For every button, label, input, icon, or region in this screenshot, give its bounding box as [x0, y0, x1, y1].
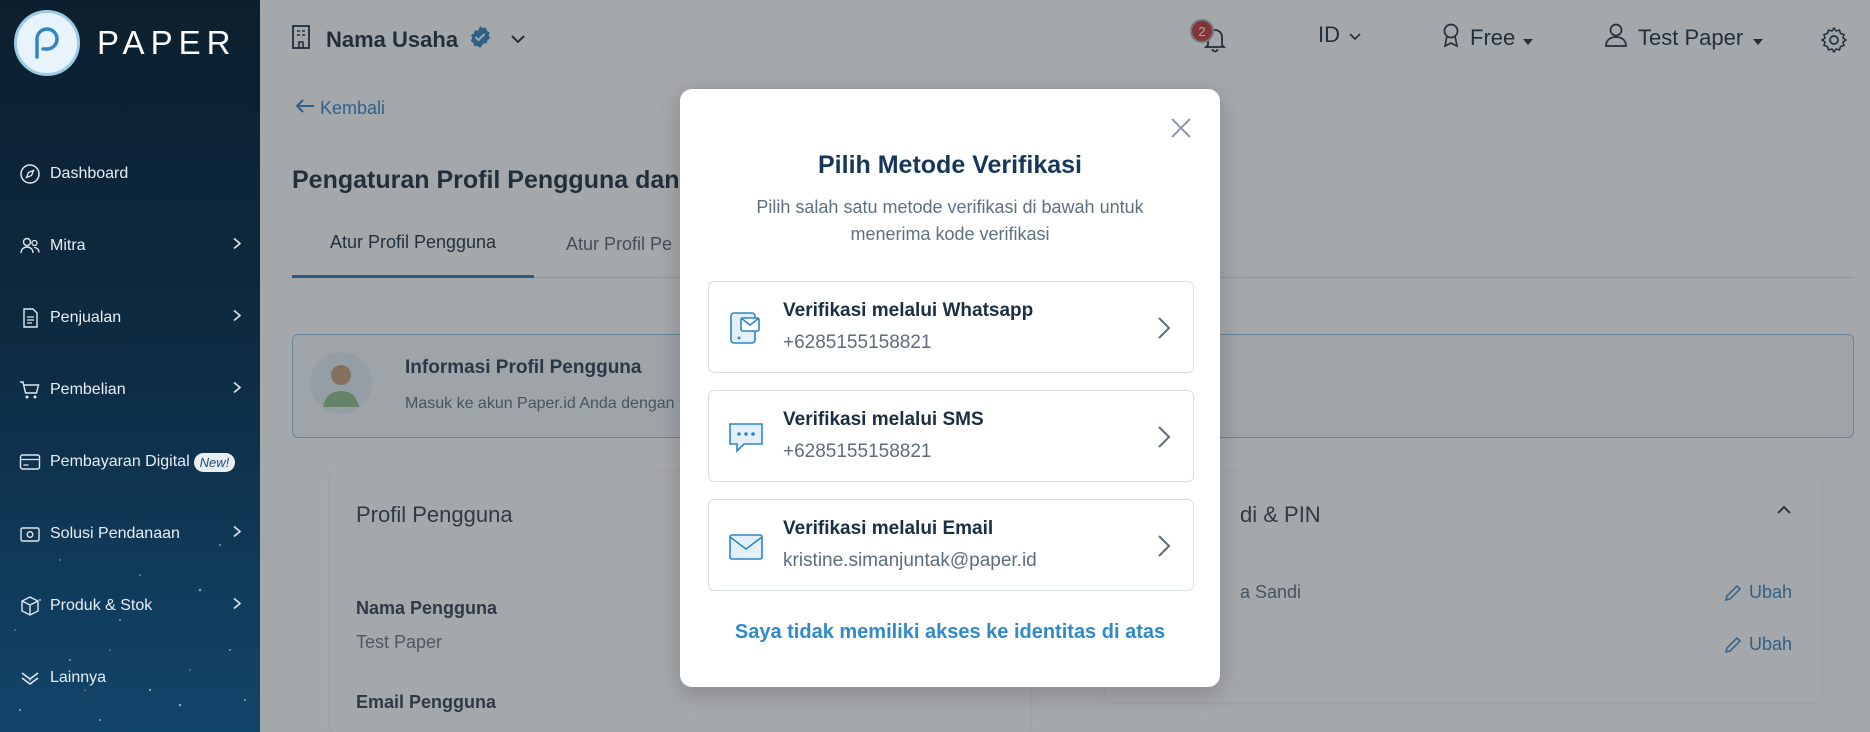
close-icon — [1171, 118, 1191, 138]
chevron-right-icon — [232, 309, 242, 328]
verify-whatsapp-option[interactable]: Verifikasi melalui Whatsapp +62851551588… — [708, 281, 1194, 373]
sidebar: PAPER Dashboard Mitra Penjualan Pembelia… — [0, 0, 260, 732]
sidebar-item-label: Solusi Pendanaan — [50, 525, 180, 542]
compass-icon — [18, 162, 42, 186]
verification-method-modal: Pilih Metode Verifikasi Pilih salah satu… — [680, 89, 1220, 687]
modal-title: Pilih Metode Verifikasi — [818, 151, 1082, 179]
verify-email-option[interactable]: Verifikasi melalui Email kristine.simanj… — [708, 499, 1194, 591]
email-icon — [727, 527, 765, 565]
close-button[interactable] — [1166, 113, 1196, 143]
sidebar-item-label: Produk & Stok — [50, 597, 153, 614]
chevron-right-icon — [1157, 534, 1171, 563]
whatsapp-message-icon — [727, 309, 765, 347]
document-icon — [18, 306, 42, 330]
chevron-right-icon — [1157, 316, 1171, 345]
no-access-link[interactable]: Saya tidak memiliki akses ke identitas d… — [680, 621, 1220, 644]
new-badge: New! — [193, 452, 236, 472]
sidebar-item-pembayaran-digital[interactable]: Pembayaran Digital New! — [0, 426, 260, 498]
users-icon — [18, 234, 42, 258]
chevron-right-icon — [232, 597, 242, 616]
paper-logo-icon — [14, 10, 80, 76]
sidebar-item-dashboard[interactable]: Dashboard — [0, 138, 260, 210]
sidebar-item-mitra[interactable]: Mitra — [0, 210, 260, 282]
sidebar-nav: Dashboard Mitra Penjualan Pembelian Pemb… — [0, 138, 260, 714]
brand-logo[interactable]: PAPER — [14, 10, 236, 76]
sidebar-item-penjualan[interactable]: Penjualan — [0, 282, 260, 354]
sidebar-item-produk-stok[interactable]: Produk & Stok — [0, 570, 260, 642]
option-title: Verifikasi melalui Whatsapp — [783, 300, 1034, 321]
sidebar-item-label: Pembayaran Digital — [50, 453, 190, 470]
sidebar-item-pembelian[interactable]: Pembelian — [0, 354, 260, 426]
modal-subtitle: Pilih salah satu metode verifikasi di ba… — [756, 197, 1144, 244]
layers-icon — [18, 666, 42, 690]
cart-icon — [18, 378, 42, 402]
card-icon — [18, 450, 42, 474]
sidebar-item-solusi-pendanaan[interactable]: Solusi Pendanaan — [0, 498, 260, 570]
option-title: Verifikasi melalui Email — [783, 518, 994, 539]
chevron-right-icon — [232, 237, 242, 256]
sms-chat-icon — [727, 418, 765, 456]
verify-sms-option[interactable]: Verifikasi melalui SMS +6285155158821 — [708, 390, 1194, 482]
option-title: Verifikasi melalui SMS — [783, 409, 984, 430]
money-icon — [18, 522, 42, 546]
sidebar-item-label: Penjualan — [50, 309, 122, 326]
box-icon — [18, 594, 42, 618]
brand-name: PAPER — [97, 24, 237, 61]
sidebar-item-lainnya[interactable]: Lainnya — [0, 642, 260, 714]
sidebar-item-label: Lainnya — [50, 669, 107, 686]
option-value: +6285155158821 — [783, 441, 932, 462]
sidebar-item-label: Dashboard — [50, 165, 129, 182]
chevron-right-icon — [232, 381, 242, 400]
chevron-right-icon — [1157, 425, 1171, 454]
chevron-right-icon — [232, 525, 242, 544]
option-value: kristine.simanjuntak@paper.id — [783, 550, 1037, 571]
sidebar-item-label: Mitra — [50, 237, 86, 254]
sidebar-item-label: Pembelian — [50, 381, 126, 398]
option-value: +6285155158821 — [783, 332, 932, 353]
